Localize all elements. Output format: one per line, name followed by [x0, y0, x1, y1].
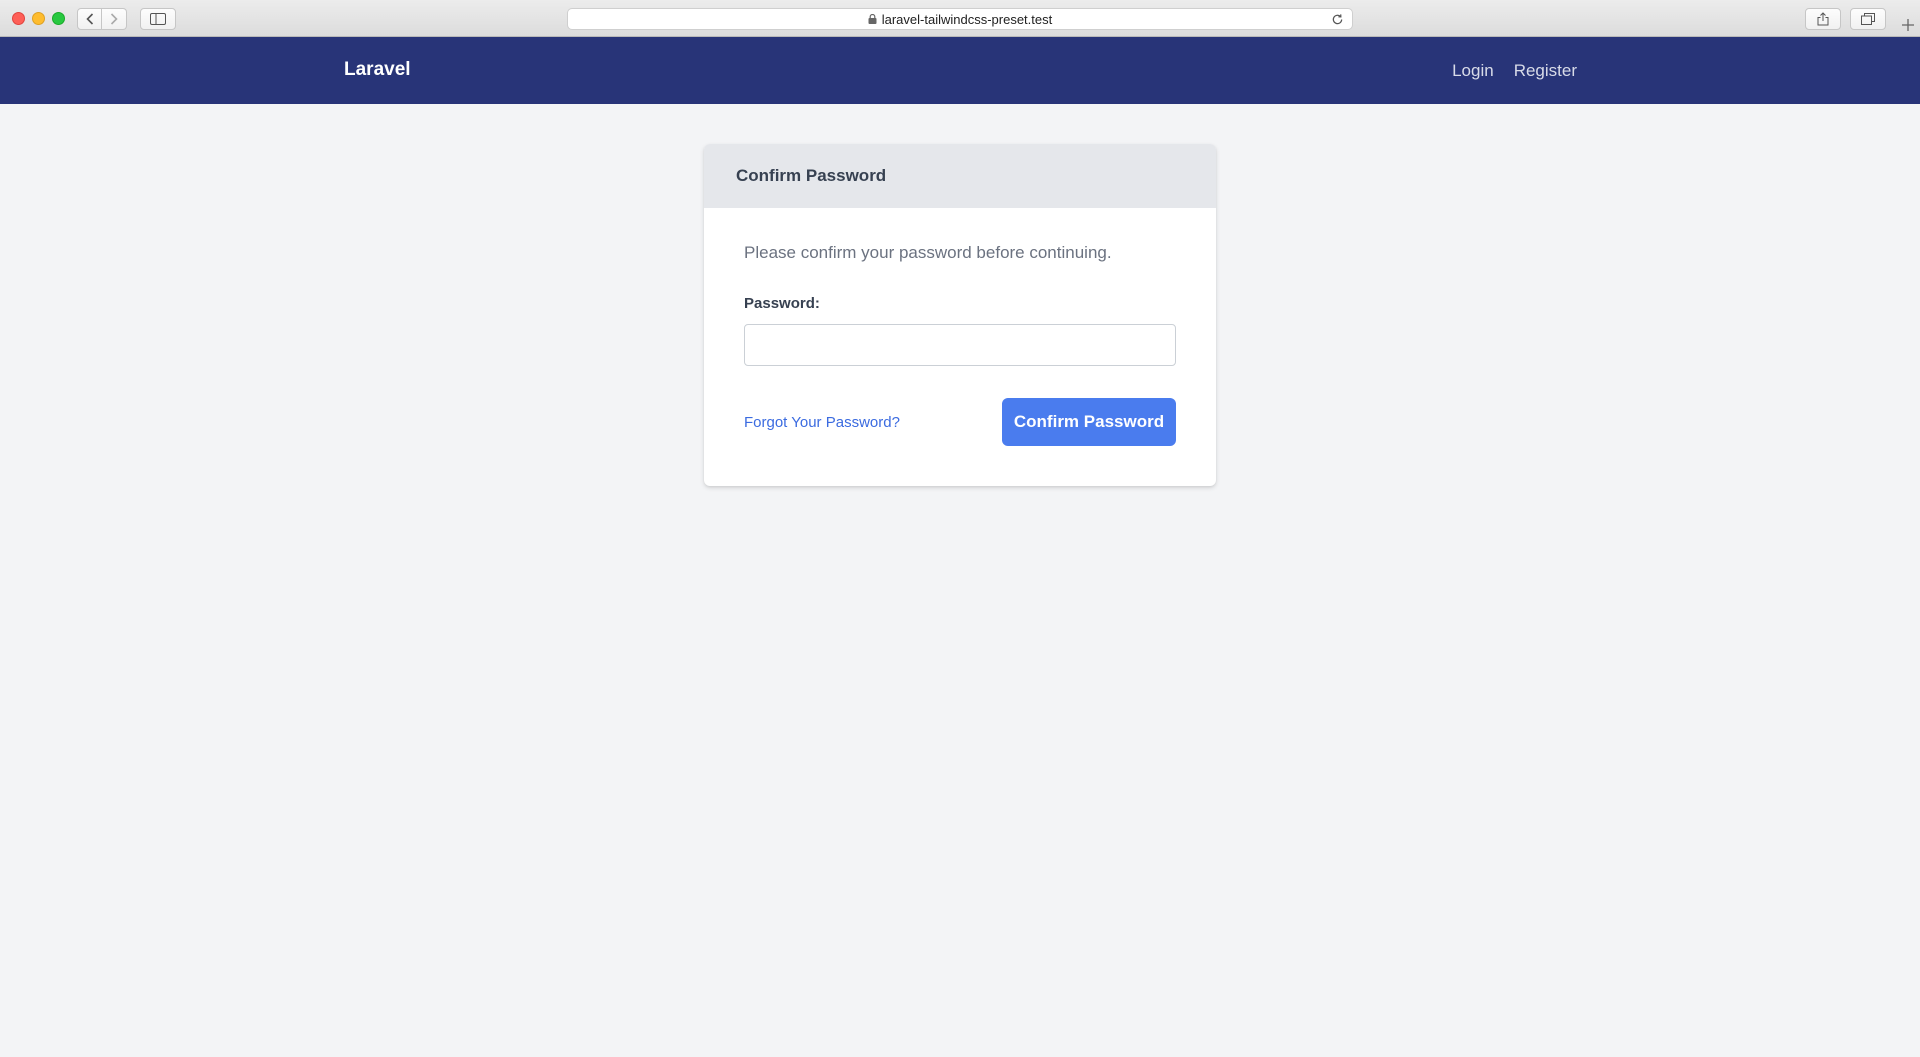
browser-toolbar: laravel-tailwindcss-preset.test — [0, 0, 1920, 37]
tabs-icon — [1861, 13, 1875, 25]
brand-logo-text[interactable]: Laravel — [344, 59, 411, 81]
confirm-password-button[interactable]: Confirm Password — [1002, 398, 1176, 446]
share-icon — [1817, 12, 1829, 26]
zoom-window-button[interactable] — [52, 12, 65, 25]
card-title: Confirm Password — [736, 166, 887, 185]
url-text: laravel-tailwindcss-preset.test — [881, 11, 1053, 27]
form-actions: Forgot Your Password? Confirm Password — [744, 398, 1176, 446]
forward-arrow-icon — [110, 13, 118, 25]
login-link[interactable]: Login — [1452, 61, 1494, 81]
password-input[interactable] — [744, 324, 1176, 366]
show-tabs-button[interactable] — [1850, 8, 1886, 30]
confirm-password-card: Confirm Password Please confirm your pas… — [704, 144, 1216, 486]
app-navbar: Laravel Login Register — [0, 37, 1920, 104]
forgot-password-link[interactable]: Forgot Your Password? — [744, 414, 900, 431]
minimize-window-button[interactable] — [32, 12, 45, 25]
card-header: Confirm Password — [704, 144, 1216, 208]
back-arrow-icon — [85, 13, 93, 25]
card-body: Please confirm your password before cont… — [704, 208, 1216, 486]
password-label: Password: — [744, 295, 820, 312]
back-button[interactable] — [77, 8, 102, 30]
address-bar[interactable]: laravel-tailwindcss-preset.test — [567, 8, 1353, 30]
sidebar-icon — [150, 13, 166, 25]
reload-icon[interactable] — [1331, 13, 1344, 26]
new-tab-button[interactable] — [1897, 14, 1919, 36]
share-button[interactable] — [1805, 8, 1841, 30]
lock-icon — [868, 14, 877, 24]
close-window-button[interactable] — [12, 12, 25, 25]
forward-button[interactable] — [102, 8, 127, 30]
nav-links: Login Register — [1452, 61, 1577, 81]
intro-text: Please confirm your password before cont… — [744, 243, 1112, 262]
plus-icon — [1902, 19, 1914, 31]
sidebar-toggle-button[interactable] — [140, 8, 176, 30]
register-link[interactable]: Register — [1514, 61, 1577, 81]
